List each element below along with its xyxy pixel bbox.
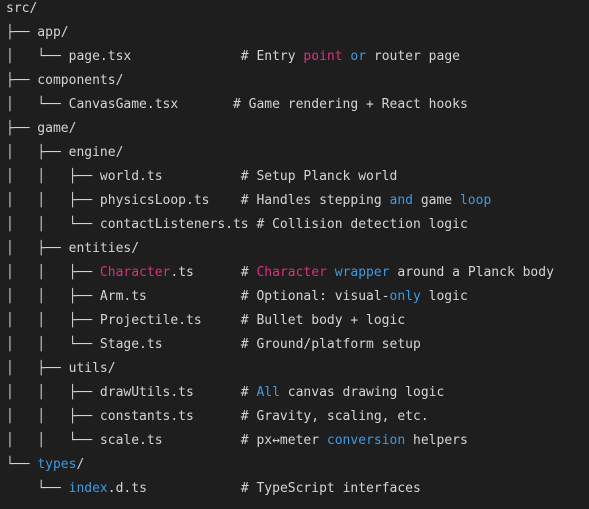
code-line: │ ├── engine/	[6, 141, 123, 165]
code-line: │ ├── utils/	[6, 357, 116, 381]
code-text: .ts #	[170, 265, 257, 280]
keyword-blue: conversion	[326, 433, 406, 448]
code-line: └── types/	[6, 453, 84, 477]
code-line: │ │ └── scale.ts # px↔meter conversion h…	[6, 429, 468, 453]
code-line: │ └── CanvasGame.tsx # Game rendering + …	[6, 93, 468, 117]
code-line: │ ├── entities/	[6, 237, 139, 261]
code-line: │ │ ├── drawUtils.ts # All canvas drawin…	[6, 381, 444, 405]
code-text: /	[76, 457, 85, 472]
code-text: canvas drawing logic	[279, 385, 445, 400]
code-line: │ │ ├── constants.ts # Gravity, scaling,…	[6, 405, 429, 429]
code-text: │ ├── utils/	[6, 361, 116, 376]
code-text: helpers	[405, 433, 468, 448]
code-text: │ │ ├── world.ts # Setup Planck world	[6, 169, 398, 184]
code-text: │ │ ├── physicsLoop.ts # Handles steppin…	[6, 193, 390, 208]
code-text: └──	[6, 457, 38, 472]
code-text: │ └── page.tsx # Entry	[6, 49, 304, 64]
keyword-blue: All	[256, 385, 280, 400]
keyword-blue: wrapper	[334, 265, 390, 280]
code-text: │ │ ├──	[6, 265, 100, 280]
code-text: └──	[6, 481, 69, 496]
code-text: │ │ └── Stage.ts # Ground/platform setup	[6, 337, 421, 352]
code-text: │ │ ├── constants.ts # Gravity, scaling,…	[6, 409, 429, 424]
code-line: │ │ └── contactListeners.ts # Collision …	[6, 213, 468, 237]
code-text: .d.ts # TypeScript interfaces	[107, 481, 421, 496]
code-text: ├── components/	[6, 73, 124, 88]
code-line: │ │ ├── world.ts # Setup Planck world	[6, 165, 397, 189]
code-text: │ └── CanvasGame.tsx # Game rendering + …	[6, 97, 468, 112]
code-text: game	[413, 193, 460, 208]
code-text: │ │ ├── drawUtils.ts #	[6, 385, 257, 400]
code-line: │ │ ├── Projectile.ts # Bullet body + lo…	[6, 309, 405, 333]
keyword-blue: or	[350, 49, 367, 64]
keyword-pink: point	[303, 49, 343, 64]
keyword-pink: Character	[256, 265, 327, 280]
code-text: around a Planck body	[389, 265, 554, 280]
code-block: src/ ├── app/ │ └── page.tsx # Entry point…	[0, 0, 589, 509]
code-text: │ ├── entities/	[6, 241, 140, 256]
keyword-blue: types	[37, 457, 77, 472]
code-line: ├── components/	[6, 69, 123, 93]
code-line: │ └── page.tsx # Entry point or router p…	[6, 45, 460, 69]
code-text: │ │ └── scale.ts # px↔meter	[6, 433, 327, 448]
code-line: ├── app/	[6, 21, 69, 45]
code-text: │ │ ├── Projectile.ts # Bullet body + lo…	[6, 313, 406, 328]
keyword-blue: loop	[459, 193, 492, 208]
keyword-blue: and	[389, 193, 413, 208]
code-text: router page	[366, 49, 460, 64]
code-line: │ │ ├── Character.ts # Character wrapper…	[6, 261, 554, 285]
keyword-blue: index	[68, 481, 108, 496]
code-text: │ │ ├── Arm.ts # Optional: visual-	[6, 289, 390, 304]
code-text: src/	[6, 1, 38, 16]
code-text: ├── app/	[6, 25, 69, 40]
code-line: ├── game/	[6, 117, 76, 141]
code-line: src/	[6, 0, 37, 21]
code-line: │ │ ├── physicsLoop.ts # Handles steppin…	[6, 189, 491, 213]
code-line: │ │ └── Stage.ts # Ground/platform setup	[6, 333, 421, 357]
code-text: │ ├── engine/	[6, 145, 124, 160]
code-text: ├── game/	[6, 121, 77, 136]
code-line: │ │ ├── Arm.ts # Optional: visual-only l…	[6, 285, 468, 309]
code-text: logic	[420, 289, 468, 304]
keyword-blue: only	[389, 289, 421, 304]
code-text: │ │ └── contactListeners.ts # Collision …	[6, 217, 468, 232]
code-line: └── index.d.ts # TypeScript interfaces	[6, 477, 421, 501]
keyword-pink: Character	[99, 265, 171, 280]
